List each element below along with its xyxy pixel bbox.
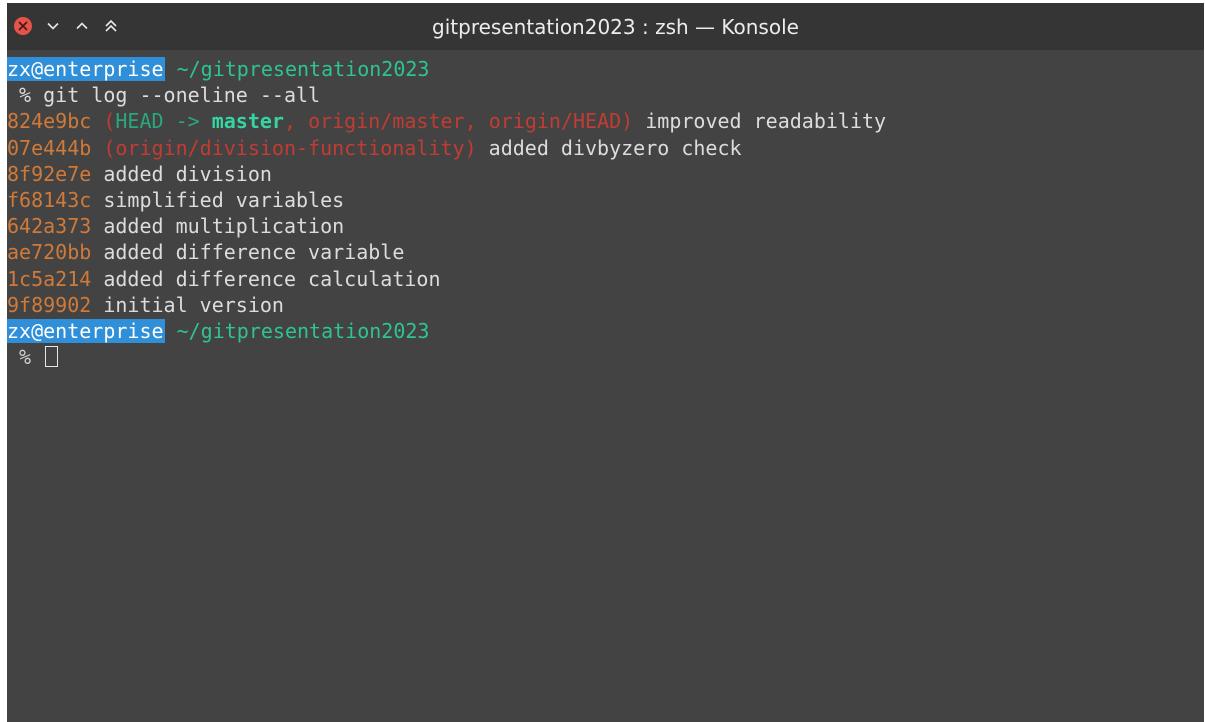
terminal-area[interactable]: zx@enterprise ~/gitpresentation2023 % gi… bbox=[7, 56, 1204, 722]
commit-hash: 824e9bc bbox=[7, 109, 92, 134]
ref-separator: , bbox=[464, 109, 489, 134]
log-line: 07e444b (origin/division-functionality) … bbox=[7, 135, 1204, 161]
head-ref: HEAD -> bbox=[115, 109, 212, 134]
commit-message: added difference variable bbox=[91, 240, 405, 265]
log-line: 824e9bc (HEAD -> master, origin/master, … bbox=[7, 108, 1204, 134]
ref-open: ( bbox=[91, 135, 116, 160]
ref-separator: , bbox=[283, 109, 309, 134]
commit-message: added division bbox=[91, 161, 272, 186]
ref-close: ) bbox=[621, 109, 634, 134]
commit-hash: 07e444b bbox=[7, 135, 92, 160]
log-line: f68143c simplified variables bbox=[7, 187, 1204, 213]
log-line: 8f92e7e added division bbox=[7, 161, 1204, 187]
commit-message: simplified variables bbox=[91, 187, 345, 212]
commit-message: added multiplication bbox=[91, 214, 345, 239]
ref-close: ) bbox=[464, 135, 477, 160]
commit-hash: f68143c bbox=[7, 187, 92, 212]
remote-branch: origin/division-functionality bbox=[115, 135, 465, 160]
remote-branch: origin/HEAD bbox=[488, 109, 622, 134]
title-bar[interactable]: gitpresentation2023 : zsh — Konsole bbox=[7, 3, 1204, 50]
commit-hash: 9f89902 bbox=[7, 292, 92, 317]
log-line: 1c5a214 added difference calculation bbox=[7, 266, 1204, 292]
remote-branch: origin/master bbox=[308, 109, 465, 134]
prompt-user: zx@enterprise bbox=[7, 57, 165, 81]
commit-message: improved readability bbox=[633, 109, 887, 134]
commit-message: added divbyzero check bbox=[476, 135, 742, 160]
konsole-window: gitpresentation2023 : zsh — Konsole zx@e… bbox=[7, 3, 1204, 722]
command-text: % git log --oneline --all bbox=[7, 83, 321, 108]
commit-message: added difference calculation bbox=[91, 266, 441, 291]
text-cursor[interactable] bbox=[45, 346, 59, 368]
prompt-path: ~/gitpresentation2023 bbox=[164, 57, 430, 81]
prompt-line: zx@enterprise ~/gitpresentation2023 bbox=[7, 56, 1204, 82]
commit-hash: 642a373 bbox=[7, 214, 92, 239]
prompt-user: zx@enterprise bbox=[7, 318, 165, 343]
log-line: 642a373 added multiplication bbox=[7, 213, 1204, 239]
ref-open: ( bbox=[91, 109, 116, 134]
window-title: gitpresentation2023 : zsh — Konsole bbox=[432, 15, 799, 39]
commit-hash: ae720bb bbox=[7, 240, 92, 265]
command-line: % git log --oneline --all bbox=[7, 82, 1204, 108]
log-line: ae720bb added difference variable bbox=[7, 239, 1204, 265]
commit-message: initial version bbox=[91, 292, 284, 317]
commit-hash: 1c5a214 bbox=[7, 266, 92, 291]
input-line[interactable]: % bbox=[7, 344, 1204, 370]
prompt-line: zx@enterprise ~/gitpresentation2023 bbox=[7, 318, 1204, 344]
commit-hash: 8f92e7e bbox=[7, 161, 92, 186]
prompt-path: ~/gitpresentation2023 bbox=[164, 318, 430, 343]
prompt-symbol: % bbox=[7, 345, 44, 370]
log-line: 9f89902 initial version bbox=[7, 292, 1204, 318]
local-branch: master bbox=[211, 109, 284, 134]
